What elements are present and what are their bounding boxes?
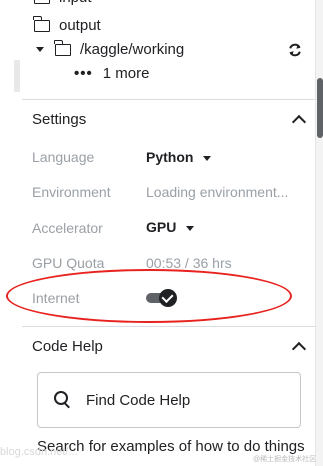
find-code-help-button[interactable]: Find Code Help	[37, 372, 301, 428]
accelerator-label: Accelerator	[32, 220, 103, 236]
language-value: Python	[146, 149, 194, 165]
tree-item-input[interactable]: input	[34, 0, 92, 6]
dropdown-caret-icon	[203, 155, 212, 161]
left-gutter	[0, 0, 22, 466]
scrollbar[interactable]	[315, 0, 323, 466]
language-select[interactable]: Python	[146, 149, 212, 165]
watermark-source: @稀土掘金技术社区	[253, 456, 317, 463]
tree-item-output-label: output	[59, 17, 101, 34]
folder-icon	[54, 39, 71, 56]
more-items-label: 1 more	[102, 65, 150, 82]
find-code-help-label: Find Code Help	[86, 391, 191, 409]
annotation-ellipse	[6, 269, 292, 323]
environment-label: Environment	[32, 184, 111, 200]
scrollbar-thumb[interactable]	[317, 78, 323, 138]
environment-value: Loading environment...	[146, 184, 289, 200]
watermark-text: blog.csdn.net/...	[0, 446, 78, 458]
code-help-title: Code Help	[32, 337, 103, 355]
tree-item-working[interactable]: /kaggle/working	[36, 39, 185, 58]
accelerator-select[interactable]: GPU	[146, 219, 195, 235]
settings-title: Settings	[32, 110, 87, 128]
tree-item-working-label: /kaggle/working	[80, 41, 185, 58]
gutter-marker	[14, 60, 20, 92]
collapse-chevron-icon[interactable]	[291, 339, 305, 353]
more-dots-icon: •••	[74, 64, 93, 82]
gpu-quota-label: GPU Quota	[32, 255, 105, 271]
refresh-icon[interactable]	[287, 42, 303, 58]
folder-icon	[34, 0, 50, 4]
tree-more-items[interactable]: ••• 1 more	[74, 65, 149, 82]
tree-item-output[interactable]: output	[33, 15, 101, 34]
collapse-chevron-icon[interactable]	[291, 112, 305, 126]
language-label: Language	[32, 149, 95, 165]
folder-icon	[33, 15, 50, 32]
code-help-header[interactable]: Code Help	[22, 326, 315, 366]
dropdown-caret-icon	[186, 225, 195, 231]
accelerator-value: GPU	[146, 219, 177, 235]
right-panel: input output /kaggle/working ••• 1 more …	[6, 0, 315, 466]
search-icon	[54, 391, 72, 409]
tree-item-input-label: input	[59, 0, 92, 6]
settings-header[interactable]: Settings	[22, 99, 315, 139]
expand-caret-icon[interactable]	[36, 47, 44, 52]
